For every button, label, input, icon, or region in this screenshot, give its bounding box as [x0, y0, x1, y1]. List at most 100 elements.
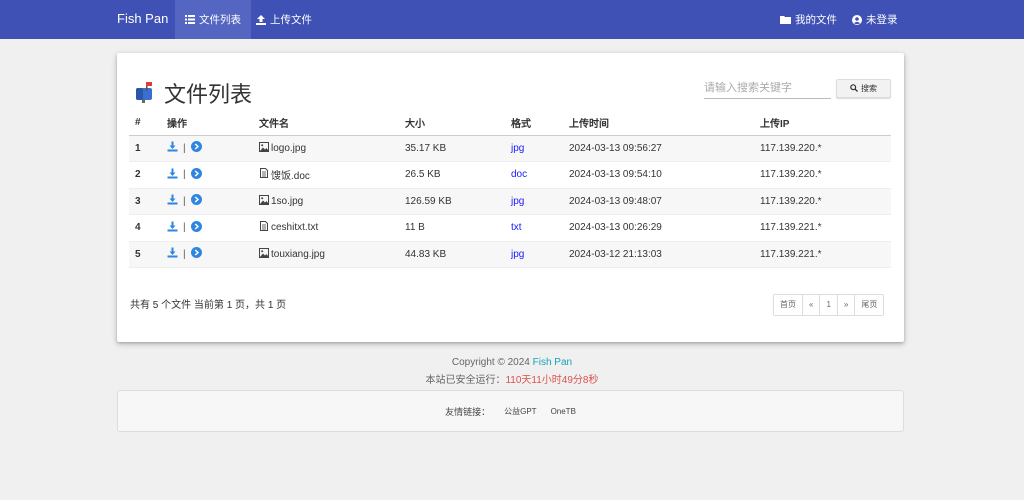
action-separator: | — [183, 222, 186, 234]
folder-icon — [780, 15, 791, 24]
download-icon[interactable] — [167, 221, 178, 235]
col-index: # — [129, 110, 161, 136]
uptime-label: 本站已安全运行： — [425, 375, 506, 386]
copyright: Copyright © 2024 Fish Pan — [0, 357, 1024, 368]
row-size: 44.83 KB — [399, 241, 505, 268]
copyright-text: Copyright © 2024 — [451, 357, 530, 368]
nav-upload[interactable]: 上传文件 — [246, 0, 322, 39]
mailbox-icon — [134, 81, 154, 106]
row-filename[interactable]: 1so.jpg — [271, 196, 303, 207]
row-size: 26.5 KB — [399, 161, 505, 189]
col-format: 格式 — [505, 110, 563, 136]
row-filename[interactable]: 馊饭.doc — [271, 167, 310, 182]
nav-login[interactable]: 未登录 — [842, 0, 908, 39]
table-row: 5 | touxiang.jpg 44.83 KB jpg 2024-03-12 21:1… — [129, 241, 891, 268]
search-button[interactable]: 搜索 — [836, 79, 891, 98]
summary-suffix: 页 — [276, 300, 287, 311]
row-format[interactable]: jpg — [505, 188, 563, 215]
search-button-label: 搜索 — [861, 84, 877, 93]
page-title: 文件列表 — [164, 82, 253, 107]
row-format[interactable]: txt — [505, 214, 563, 242]
action-separator: | — [183, 142, 186, 154]
row-upload-time: 2024-03-13 09:48:07 — [563, 188, 754, 215]
nav-file-list-label: 文件列表 — [199, 13, 241, 26]
open-arrow-icon[interactable] — [190, 141, 202, 155]
document-file-icon — [259, 221, 269, 234]
row-index: 3 — [129, 188, 161, 215]
row-upload-time: 2024-03-12 21:13:03 — [563, 241, 754, 268]
row-upload-ip: 117.139.220.* — [754, 135, 891, 162]
top-navbar: Fish Pan 文件列表 上传文件 我的文件 未登录 — [0, 0, 1024, 39]
summary-pages: 1 — [267, 300, 274, 311]
row-format[interactable]: doc — [505, 161, 563, 189]
friend-link-onetb[interactable]: OneTB — [551, 407, 576, 416]
col-actions: 操作 — [161, 110, 253, 136]
row-actions: | — [161, 135, 253, 162]
page-header: 文件列表 — [134, 77, 252, 109]
brand-logo[interactable]: Fish Pan — [117, 0, 168, 39]
open-arrow-icon[interactable] — [190, 247, 202, 261]
table-row: 1 | logo.jpg 35.17 KB jpg 2024-03-13 09:56:27… — [129, 135, 891, 162]
user-icon — [852, 14, 862, 25]
nav-my-files-label: 我的文件 — [795, 13, 837, 26]
page-prev-button[interactable]: « — [803, 295, 821, 315]
row-format[interactable]: jpg — [505, 135, 563, 162]
row-index: 5 — [129, 241, 161, 268]
file-summary: 共有 5 个文件 当前第 1 页，共 1 页 — [130, 296, 286, 311]
open-arrow-icon[interactable] — [190, 167, 202, 182]
row-filename-cell: ceshitxt.txt — [253, 214, 399, 242]
action-separator: | — [183, 248, 186, 260]
nav-file-list[interactable]: 文件列表 — [175, 0, 251, 39]
col-upload-ip: 上传IP — [754, 110, 891, 136]
nav-upload-label: 上传文件 — [270, 13, 312, 26]
row-upload-time: 2024-03-13 09:54:10 — [563, 161, 754, 189]
row-size: 35.17 KB — [399, 135, 505, 162]
row-upload-time: 2024-03-13 00:26:29 — [563, 214, 754, 242]
row-upload-time: 2024-03-13 09:56:27 — [563, 135, 754, 162]
action-separator: | — [183, 195, 186, 207]
row-index: 1 — [129, 135, 161, 162]
download-icon[interactable] — [167, 247, 178, 261]
search-icon — [850, 83, 858, 94]
summary-count: 5 — [152, 300, 159, 311]
row-filename[interactable]: touxiang.jpg — [271, 249, 325, 260]
row-upload-ip: 117.139.221.* — [754, 241, 891, 268]
page-first-button[interactable]: 首页 — [774, 295, 803, 315]
summary-mid2: 页，共 — [235, 300, 266, 311]
row-format[interactable]: jpg — [505, 241, 563, 268]
friend-link-gpt[interactable]: 公益GPT — [504, 406, 536, 417]
image-file-icon — [259, 194, 269, 208]
upload-icon — [256, 14, 266, 25]
summary-mid: 个文件 当前第 — [161, 300, 224, 311]
row-upload-ip: 117.139.220.* — [754, 188, 891, 215]
download-icon[interactable] — [167, 194, 178, 208]
col-size: 大小 — [399, 110, 505, 136]
image-file-icon — [259, 141, 269, 155]
row-index: 4 — [129, 214, 161, 242]
row-actions: | — [161, 188, 253, 215]
friend-links: 友情链接： 公益GPT OneTB — [117, 390, 904, 432]
nav-my-files[interactable]: 我的文件 — [770, 0, 847, 39]
download-icon[interactable] — [167, 141, 178, 155]
page-next-button[interactable]: » — [837, 295, 856, 315]
table-row: 2 | 馊饭.doc 26.5 KB doc 2024-03-13 09:54:10 117… — [129, 161, 891, 189]
image-file-icon — [259, 247, 269, 261]
table-header-row: # 操作 文件名 大小 格式 上传时间 上传IP — [129, 110, 891, 136]
pagination: 首页 « 1 » 尾页 — [773, 294, 885, 316]
download-icon[interactable] — [167, 168, 178, 182]
open-arrow-icon[interactable] — [190, 194, 202, 208]
row-filename-cell: logo.jpg — [253, 135, 399, 162]
page-current-button[interactable]: 1 — [820, 295, 838, 315]
row-filename[interactable]: ceshitxt.txt — [271, 222, 318, 233]
row-size: 126.59 KB — [399, 188, 505, 215]
table-row: 3 | 1so.jpg 126.59 KB jpg 2024-03-13 09:48:07… — [129, 188, 891, 215]
search-input[interactable] — [704, 78, 831, 99]
document-file-icon — [259, 168, 269, 181]
page-last-button[interactable]: 尾页 — [855, 295, 884, 315]
action-separator: | — [183, 169, 186, 181]
copyright-brand-link[interactable]: Fish Pan — [533, 357, 572, 368]
row-filename[interactable]: logo.jpg — [271, 143, 306, 154]
row-filename-cell: 馊饭.doc — [253, 161, 399, 189]
row-actions: | — [161, 161, 253, 189]
open-arrow-icon[interactable] — [190, 220, 202, 235]
